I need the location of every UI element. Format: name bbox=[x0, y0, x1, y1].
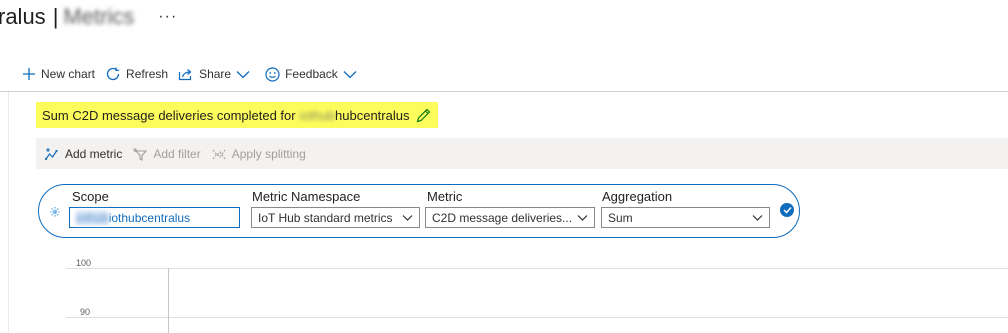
title-blade-name: Metrics bbox=[63, 4, 135, 29]
add-metric-icon bbox=[44, 147, 58, 160]
apply-splitting-label: Apply splitting bbox=[231, 146, 306, 161]
edit-title-button[interactable] bbox=[415, 107, 432, 124]
chevron-down-icon bbox=[402, 214, 413, 221]
scope-redacted: iothub bbox=[76, 210, 109, 225]
chevron-down-icon bbox=[236, 71, 250, 79]
more-actions-button[interactable]: ··· bbox=[158, 8, 177, 26]
feedback-button[interactable]: Feedback bbox=[265, 66, 362, 82]
y-axis-tick-100: 100 bbox=[76, 258, 92, 268]
main-toolbar: New chart Refresh Share Feedback bbox=[22, 63, 372, 85]
aggregation-label: Aggregation bbox=[602, 189, 673, 204]
pencil-icon bbox=[417, 108, 431, 122]
add-filter-label: Add filter bbox=[153, 146, 201, 161]
add-metric-label: Add metric bbox=[65, 146, 123, 161]
chart-title[interactable]: Sum C2D message deliveries completed for… bbox=[36, 102, 439, 128]
refresh-button[interactable]: Refresh bbox=[105, 66, 168, 82]
smiley-icon bbox=[265, 66, 280, 82]
aggregation-value: Sum bbox=[608, 210, 633, 225]
chevron-down-icon bbox=[343, 71, 357, 79]
toolbar-divider bbox=[0, 91, 1008, 92]
chart-panel-edge bbox=[8, 92, 9, 333]
refresh-label: Refresh bbox=[126, 67, 169, 81]
new-chart-button[interactable]: New chart bbox=[22, 67, 95, 81]
feedback-label: Feedback bbox=[285, 67, 338, 81]
new-chart-label: New chart bbox=[41, 67, 96, 81]
gridline-90 bbox=[66, 317, 1008, 318]
gridline-100 bbox=[66, 268, 1008, 269]
checkmark-icon bbox=[782, 206, 792, 214]
share-label: Share bbox=[199, 67, 232, 81]
apply-splitting-button[interactable]: Apply splitting bbox=[211, 147, 306, 161]
refresh-icon bbox=[106, 67, 120, 81]
metric-dropdown[interactable]: C2D message deliveries... bbox=[425, 207, 595, 228]
share-button[interactable]: Share bbox=[178, 67, 255, 81]
share-icon bbox=[178, 69, 192, 81]
plus-icon bbox=[23, 68, 35, 80]
scope-value: iothubcentralus bbox=[108, 210, 191, 225]
aggregation-dropdown[interactable]: Sum bbox=[601, 207, 770, 228]
confirm-metric-button[interactable] bbox=[780, 203, 794, 217]
title-resource-name: ralus bbox=[0, 4, 46, 29]
metric-command-bar: Add metric Add filter Apply splitting bbox=[36, 138, 1008, 169]
chevron-down-icon bbox=[577, 214, 588, 221]
add-filter-button[interactable]: Add filter bbox=[132, 146, 201, 161]
chart-title-resource-redacted: iothub bbox=[299, 107, 336, 123]
chart-title-text: Sum C2D message deliveries completed for bbox=[42, 107, 296, 123]
scope-field[interactable]: iothub iothubcentralus bbox=[69, 207, 240, 228]
namespace-dropdown[interactable]: IoT Hub standard metrics bbox=[251, 207, 420, 228]
metric-label: Metric bbox=[427, 189, 463, 204]
chart-cursor-line bbox=[168, 268, 169, 333]
chevron-down-icon bbox=[752, 214, 763, 221]
filter-icon bbox=[133, 147, 148, 161]
add-metric-button[interactable]: Add metric bbox=[44, 147, 122, 161]
chart-title-resource: hubcentralus bbox=[335, 107, 410, 123]
page-title: ralus | Metrics ··· bbox=[0, 2, 177, 32]
resource-icon bbox=[48, 205, 62, 224]
scope-label: Scope bbox=[72, 189, 109, 204]
namespace-value: IoT Hub standard metrics bbox=[258, 210, 393, 225]
namespace-label: Metric Namespace bbox=[252, 189, 361, 204]
splitting-icon bbox=[212, 149, 226, 159]
y-axis-tick-90: 90 bbox=[80, 307, 91, 317]
metric-value: C2D message deliveries... bbox=[432, 210, 573, 225]
title-separator: | bbox=[52, 4, 59, 29]
